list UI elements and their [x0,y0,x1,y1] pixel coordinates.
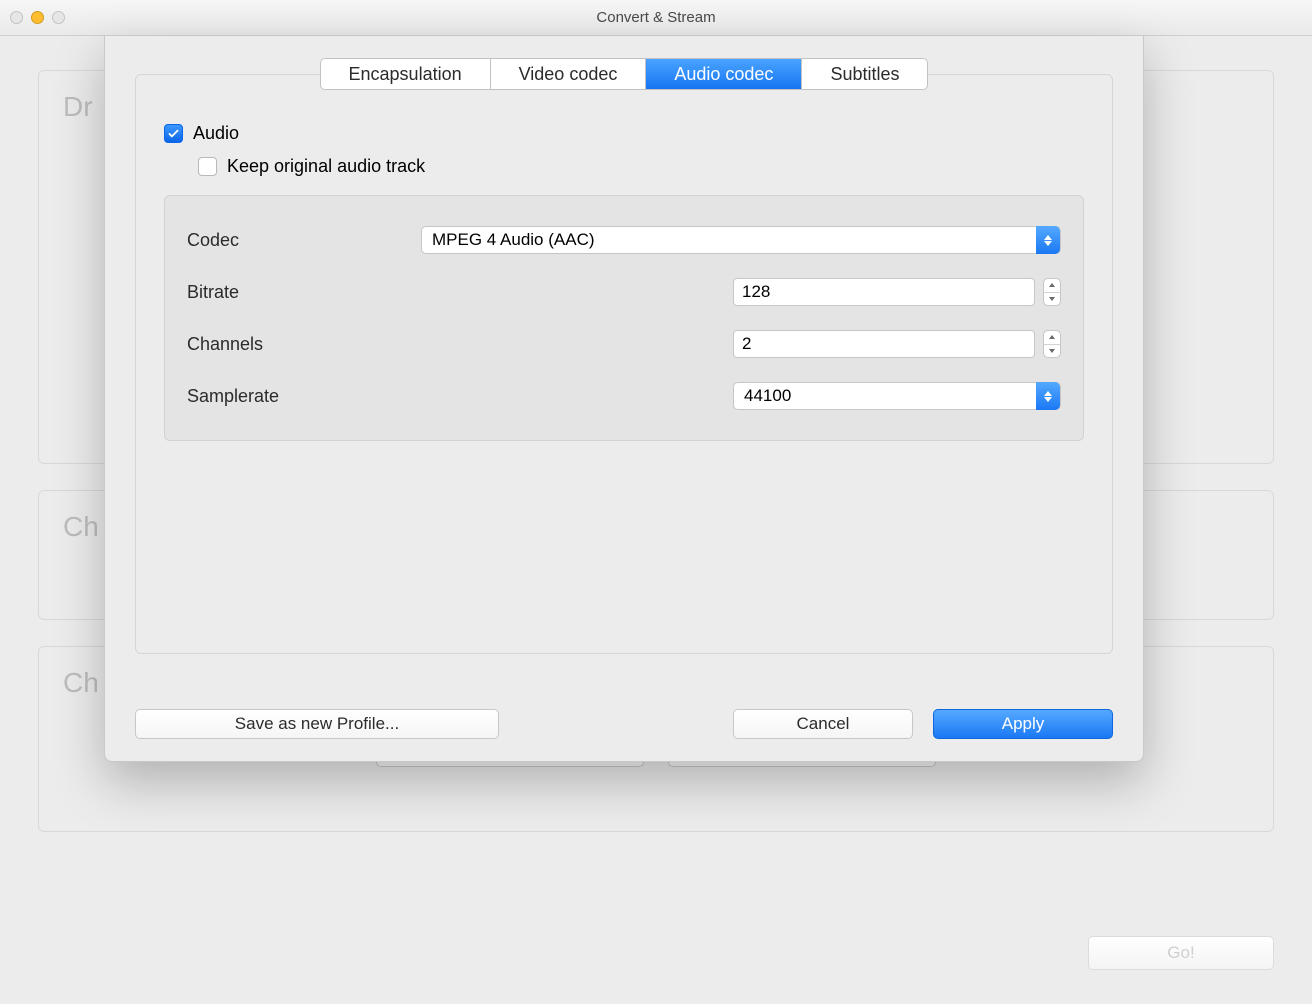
stepper-down-icon[interactable] [1044,293,1060,306]
check-icon [167,127,180,140]
titlebar: Convert & Stream [0,0,1312,36]
save-profile-button[interactable]: Save as new Profile... [135,709,499,739]
samplerate-select[interactable]: 44100 [733,382,1061,410]
audio-enable-row: Audio [164,123,1084,144]
bitrate-value: 128 [742,282,770,302]
keep-original-label: Keep original audio track [227,156,425,177]
codec-label: Codec [187,230,421,251]
close-window-icon[interactable] [10,11,23,24]
channels-value: 2 [742,334,751,354]
select-arrows-icon [1036,382,1060,410]
profile-sheet: Encapsulation Video codec Audio codec Su… [104,36,1144,762]
tab-encapsulation[interactable]: Encapsulation [321,59,491,89]
audio-enable-checkbox[interactable] [164,124,183,143]
channels-stepper[interactable] [1043,330,1061,358]
minimize-window-icon[interactable] [31,11,44,24]
codec-tabs: Encapsulation Video codec Audio codec Su… [320,58,929,90]
codec-select[interactable]: MPEG 4 Audio (AAC) [421,226,1061,254]
stepper-up-icon[interactable] [1044,279,1060,293]
zoom-window-icon[interactable] [52,11,65,24]
audio-settings-panel: Codec MPEG 4 Audio (AAC) Bitrate 128 [164,195,1084,441]
audio-enable-label: Audio [193,123,239,144]
window-traffic-lights [10,11,65,24]
stepper-down-icon[interactable] [1044,345,1060,358]
channels-input[interactable]: 2 [733,330,1035,358]
bitrate-stepper[interactable] [1043,278,1061,306]
bg-panel-2-hint: Ch [63,511,99,542]
keep-original-checkbox[interactable] [198,157,217,176]
tab-audio-codec[interactable]: Audio codec [646,59,802,89]
keep-original-row: Keep original audio track [198,156,1084,177]
bitrate-label: Bitrate [187,282,421,303]
stepper-up-icon[interactable] [1044,331,1060,345]
audio-codec-panel: Audio Keep original audio track Codec MP… [135,74,1113,654]
tab-video-codec[interactable]: Video codec [491,59,647,89]
tab-subtitles[interactable]: Subtitles [802,59,927,89]
channels-label: Channels [187,334,421,355]
bg-panel-3-hint: Ch [63,667,99,698]
codec-select-value: MPEG 4 Audio (AAC) [432,230,595,250]
samplerate-value: 44100 [744,386,791,406]
go-button[interactable]: Go! [1088,936,1274,970]
bitrate-input[interactable]: 128 [733,278,1035,306]
bg-panel-1-hint: Dr [63,91,93,122]
apply-button[interactable]: Apply [933,709,1113,739]
samplerate-label: Samplerate [187,386,421,407]
cancel-button[interactable]: Cancel [733,709,913,739]
select-arrows-icon [1036,226,1060,254]
window-title: Convert & Stream [0,9,1312,26]
sheet-footer: Save as new Profile... Cancel Apply [135,709,1113,739]
